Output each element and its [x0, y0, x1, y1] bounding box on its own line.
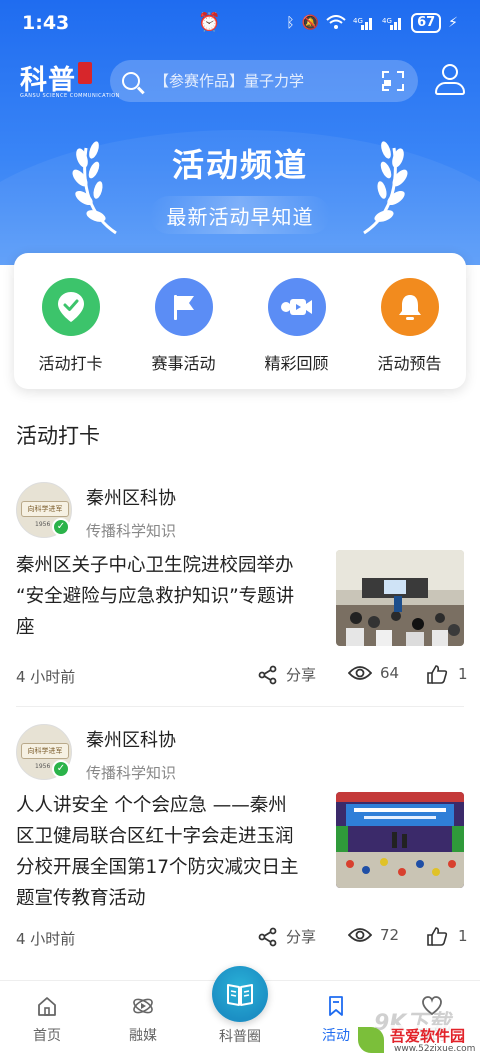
post-card[interactable]: 向科学进军 1956 ✓ 秦州区科协 传播科学知识 秦州区关子中心卫生院进校园举… — [0, 478, 480, 698]
author-description: 传播科学知识 — [86, 522, 177, 540]
category-preview[interactable]: 活动预告 — [353, 253, 466, 389]
tab-home[interactable]: 首页 — [17, 995, 77, 1045]
post-thumbnail[interactable] — [336, 550, 464, 646]
tab-media[interactable]: 融媒 — [113, 995, 173, 1045]
post-card[interactable]: 向科学进军 1956 ✓ 秦州区科协 传播科学知识 人人讲安全 个个会应急 ——… — [0, 720, 480, 970]
category-label: 活动打卡 — [38, 354, 103, 373]
charging-icon: ⚡ — [448, 15, 458, 31]
post-time: 4 小时前 — [16, 668, 76, 686]
category-card: 活动打卡 赛事活动 精彩回顾 活动预告 — [14, 253, 466, 389]
logo-text: 科普 — [20, 65, 76, 96]
signal-4g-icon: 4G — [353, 17, 373, 30]
thumbs-up-icon — [427, 665, 448, 684]
post-time: 4 小时前 — [16, 930, 76, 948]
signal-4g-icon: 4G — [382, 17, 402, 30]
media-icon — [133, 998, 153, 1014]
view-count: 72 — [348, 926, 399, 944]
channel-subtitle-banner: 最新活动早知道 — [150, 196, 330, 234]
view-count-value: 72 — [380, 926, 400, 944]
category-events[interactable]: 赛事活动 — [127, 253, 240, 389]
verified-icon: ✓ — [52, 518, 70, 536]
watermark-url: www.52zixue.com — [394, 1044, 476, 1054]
svg-text:4G: 4G — [382, 17, 392, 25]
section-title: 活动打卡 — [16, 424, 100, 448]
author-name[interactable]: 秦州区科协 — [86, 726, 176, 752]
status-bar: 1:43 ⏰ ᛒ 🔕 4G 4G 67 ⚡ — [0, 0, 480, 48]
book-icon — [227, 984, 253, 1006]
channel-subtitle: 最新活动早知道 — [166, 204, 314, 229]
category-label: 赛事活动 — [151, 354, 216, 373]
watermark: 9K下载 吾爱软件园 www.52zixue.com — [352, 1005, 480, 1058]
tab-label: 首页 — [33, 1028, 61, 1044]
category-label: 活动预告 — [377, 354, 442, 373]
post-meta: 4 小时前 分享 72 1 — [0, 926, 480, 950]
post-thumbnail[interactable] — [336, 792, 464, 888]
logo-seal — [78, 62, 92, 84]
category-label: 精彩回顾 — [264, 354, 329, 373]
channel-title: 活动频道 — [171, 146, 308, 184]
eye-icon — [348, 666, 372, 680]
share-icon — [258, 665, 277, 684]
status-time: 1:43 — [22, 12, 70, 34]
like-count: 1 — [458, 927, 468, 945]
location-check-icon — [41, 278, 100, 336]
post-title[interactable]: 人人讲安全 个个会应急 ——秦州 区卫健局联合区红十字会走进玉润 分校开展全国第… — [16, 790, 322, 914]
thumbs-up-icon — [427, 927, 448, 946]
share-icon — [258, 927, 277, 946]
scan-icon[interactable] — [382, 71, 404, 91]
mute-icon: 🔕 — [301, 15, 320, 31]
search-icon — [122, 72, 140, 90]
author-name[interactable]: 秦州区科协 — [86, 484, 176, 510]
bluetooth-icon: ᛒ — [286, 15, 295, 31]
tab-science-circle[interactable] — [212, 966, 268, 1022]
author-description: 传播科学知识 — [86, 764, 177, 782]
header-hero: 1:43 ⏰ ᛒ 🔕 4G 4G 67 ⚡ 科普 GANSU SCIENCE C… — [0, 0, 480, 265]
video-camera-icon — [267, 278, 326, 336]
share-button[interactable]: 分享 — [258, 926, 316, 947]
like-button[interactable]: 1 — [426, 926, 468, 946]
bell-icon — [380, 278, 439, 336]
tab-label: 活动 — [322, 1028, 350, 1044]
leaf-logo-icon — [358, 1027, 384, 1053]
home-icon — [38, 997, 56, 1016]
battery-icon: 67 — [411, 13, 442, 33]
like-button[interactable]: 1 — [426, 664, 468, 684]
user-profile-icon[interactable] — [432, 62, 468, 98]
bookmark-icon — [329, 996, 343, 1016]
app-logo: 科普 GANSU SCIENCE COMMUNICATION — [20, 58, 119, 104]
post-meta: 4 小时前 分享 64 1 — [0, 664, 480, 688]
share-label: 分享 — [286, 928, 317, 946]
eye-icon — [348, 928, 372, 942]
wifi-icon — [326, 15, 346, 29]
flag-icon — [154, 278, 213, 336]
share-label: 分享 — [286, 666, 317, 684]
search-input[interactable] — [154, 72, 382, 90]
view-count-value: 64 — [380, 664, 400, 682]
like-count: 1 — [458, 665, 468, 683]
category-review[interactable]: 精彩回顾 — [240, 253, 353, 389]
verified-icon: ✓ — [52, 760, 70, 778]
category-checkin[interactable]: 活动打卡 — [14, 253, 127, 389]
svg-text:4G: 4G — [353, 17, 363, 25]
post-title[interactable]: 秦州区关子中心卫生院进校园举办 “安全避险与应急救护知识”专题讲 座 — [16, 550, 322, 643]
search-bar[interactable] — [110, 60, 418, 102]
alarm-icon: ⏰ — [198, 12, 221, 33]
status-icons: ᛒ 🔕 4G 4G 67 ⚡ — [286, 13, 458, 33]
divider — [16, 706, 464, 707]
watermark-name: 吾爱软件园 — [388, 1025, 468, 1046]
tab-label: 科普圈 — [219, 1029, 261, 1045]
logo-subtitle: GANSU SCIENCE COMMUNICATION — [20, 93, 120, 99]
tab-label: 融媒 — [129, 1028, 157, 1044]
view-count: 64 — [348, 664, 399, 682]
share-button[interactable]: 分享 — [258, 664, 316, 685]
